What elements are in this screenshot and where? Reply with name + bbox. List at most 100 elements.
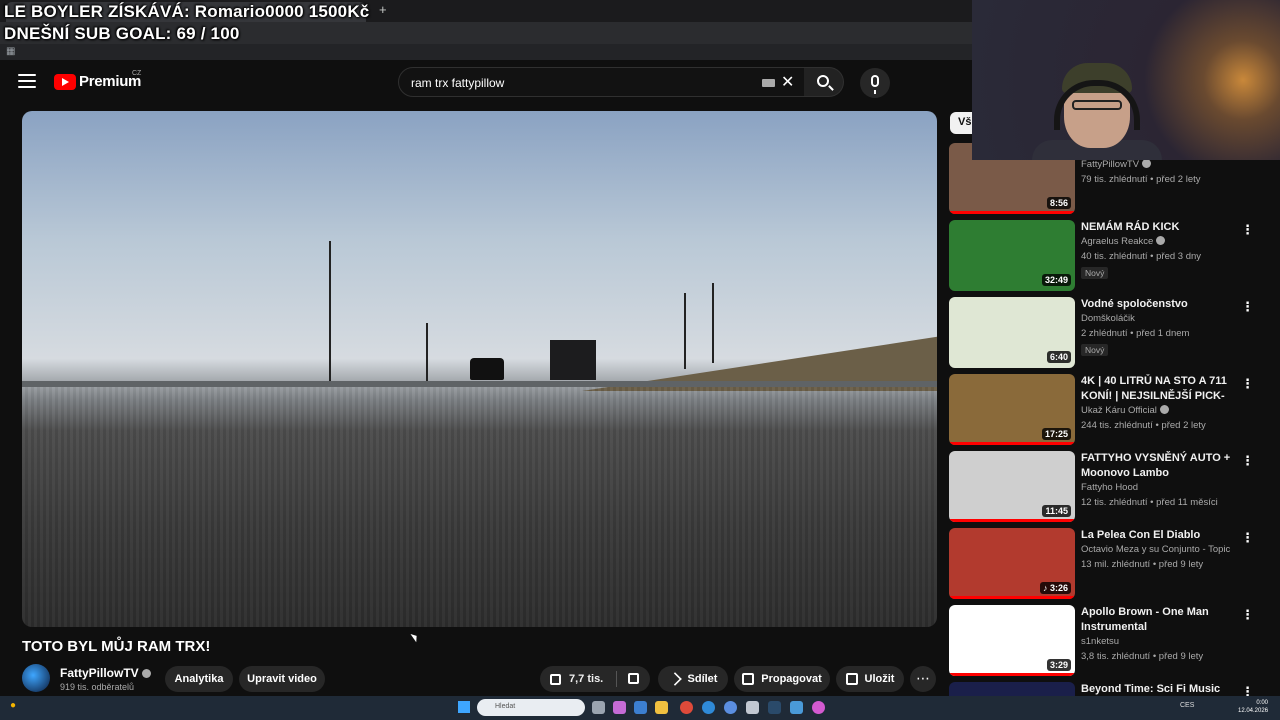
more-options-icon[interactable]: ⋮ xyxy=(1241,222,1254,238)
like-button[interactable]: 7,7 tis. xyxy=(540,666,616,692)
recommendation-item[interactable]: 32:49 NEMÁM RÁD KICK Agraelus Reakce 40 tis… xyxy=(949,220,1259,292)
more-options-icon[interactable]: ⋮ xyxy=(1241,299,1254,315)
windows-start-icon[interactable] xyxy=(458,701,470,713)
search-button[interactable] xyxy=(804,67,844,97)
recommendation-title[interactable]: Vodné spoločenstvo xyxy=(1081,297,1237,312)
new-badge: Nový xyxy=(1081,344,1109,356)
megaphone-icon xyxy=(742,673,755,685)
clock-time: 0:00 xyxy=(1256,700,1269,706)
app-icon[interactable] xyxy=(724,701,737,714)
more-options-icon[interactable]: ⋮ xyxy=(1241,376,1254,392)
recommendation-title[interactable]: NEMÁM RÁD KICK xyxy=(1081,220,1237,235)
recommendation-meta: 79 tis. zhlédnutí • před 2 lety xyxy=(1081,174,1201,185)
chrome-icon[interactable] xyxy=(680,701,693,714)
share-button[interactable]: Sdílet xyxy=(658,666,728,692)
store-icon[interactable] xyxy=(634,701,647,714)
menu-icon[interactable] xyxy=(18,74,36,88)
watch-progress-bar xyxy=(949,211,1075,214)
recommendation-title[interactable]: La Pelea Con El Diablo xyxy=(1081,528,1237,543)
recommendation-channel[interactable]: Fattyho Hood xyxy=(1081,482,1138,493)
recommendation-item[interactable]: 3:29 Apollo Brown - One Man Instrumental s… xyxy=(949,605,1259,677)
recommendation-channel[interactable]: FattyPillowTV xyxy=(1081,159,1152,170)
video-duration: 8:56 xyxy=(1046,197,1071,209)
video-duration: 17:25 xyxy=(1041,428,1071,440)
analytics-label: Analytika xyxy=(174,673,224,685)
channel-name-text[interactable]: FattyPillowTV xyxy=(60,666,139,680)
dislike-button[interactable] xyxy=(618,666,650,692)
more-options-icon[interactable]: ⋮ xyxy=(1241,607,1254,623)
video-thumbnail[interactable]: 3:29 xyxy=(949,605,1075,676)
system-tray-language[interactable]: CES xyxy=(1180,702,1194,709)
recommendation-channel[interactable]: s1nketsu xyxy=(1081,636,1119,647)
keyboard-icon[interactable] xyxy=(762,79,775,87)
task-view-icon[interactable] xyxy=(592,701,605,714)
video-thumbnail[interactable]: 11:45 xyxy=(949,451,1075,522)
new-badge: Nový xyxy=(1081,267,1109,279)
video-frame-asphalt xyxy=(22,387,937,627)
recommendation-meta: 40 tis. zhlédnutí • před 3 dny xyxy=(1081,251,1202,262)
video-thumbnail[interactable]: 17:25 xyxy=(949,374,1075,445)
save-button[interactable]: Uložit xyxy=(836,666,904,692)
recommendation-meta: 2 zhlédnutí • před 1 dnem xyxy=(1081,328,1190,339)
filter-chip-all[interactable]: Vš xyxy=(950,112,974,134)
video-thumbnail[interactable]: 6:40 xyxy=(949,297,1075,368)
steam-icon[interactable] xyxy=(768,701,781,714)
like-count: 7,7 tis. xyxy=(569,673,604,685)
video-frame-lamp-post xyxy=(329,241,331,381)
recommendation-item[interactable]: 11:45 FATTYHO VYSNĚNÝ AUTO + Moonovo Lamb… xyxy=(949,451,1259,523)
recommendation-title[interactable]: FATTYHO VYSNĚNÝ AUTO + Moonovo Lambo xyxy=(1081,451,1237,481)
recommendation-item[interactable]: ♪ 3:26 La Pelea Con El Diablo Octavio Meza… xyxy=(949,528,1259,600)
app-icon[interactable] xyxy=(790,701,803,714)
app-icon[interactable] xyxy=(746,701,759,714)
channel-name[interactable]: FattyPillowTV xyxy=(60,666,151,680)
video-frame-truck xyxy=(550,340,596,380)
recommendation-item[interactable]: 17:25 4K | 40 LITRŮ NA STO A 711 KONÍ! | … xyxy=(949,374,1259,446)
more-options-icon[interactable]: ⋮ xyxy=(1241,453,1254,469)
webcam-glasses xyxy=(1072,100,1122,110)
recommendation-channel[interactable]: Octavio Meza y su Conjunto - Topic xyxy=(1081,544,1230,555)
video-thumbnail[interactable]: ♪ 3:26 xyxy=(949,528,1075,599)
video-frame-lamp-post xyxy=(426,323,428,381)
apps-grid-icon[interactable]: ▦ xyxy=(6,46,15,57)
voice-search-button[interactable] xyxy=(860,68,890,98)
video-thumbnail[interactable]: 32:49 xyxy=(949,220,1075,291)
edge-icon[interactable] xyxy=(702,701,715,714)
youtube-logo[interactable]: Premium xyxy=(54,73,141,90)
video-duration: 3:29 xyxy=(1046,659,1071,671)
clear-icon[interactable]: ✕ xyxy=(781,72,794,92)
taskbar-search[interactable]: Hledat xyxy=(477,699,585,716)
recommendation-meta: 3,8 tis. zhlédnutí • před 9 lety xyxy=(1081,651,1204,662)
save-label: Uložit xyxy=(864,673,895,685)
widgets-icon[interactable] xyxy=(613,701,626,714)
recommendation-title[interactable]: Apollo Brown - One Man Instrumental xyxy=(1081,605,1237,635)
recommendation-channel[interactable]: Domškoláčik xyxy=(1081,313,1135,324)
video-player[interactable] xyxy=(22,111,937,627)
share-icon xyxy=(667,672,682,686)
video-frame-pylon xyxy=(684,293,686,369)
recommendation-channel[interactable]: Agraelus Reakce xyxy=(1081,236,1166,247)
recommendation-channel[interactable]: Ukaž Káru Official xyxy=(1081,405,1169,416)
watch-progress-bar xyxy=(949,519,1075,522)
recommendation-title[interactable]: 4K | 40 LITRŮ NA STO A 711 KONÍ! | NEJSI… xyxy=(1081,374,1237,404)
search-input[interactable] xyxy=(411,74,751,92)
more-actions-button[interactable]: ⋯ xyxy=(910,666,936,692)
new-tab-icon[interactable]: + xyxy=(379,2,387,17)
streamer-webcam xyxy=(972,0,1280,160)
app-icon[interactable] xyxy=(812,701,825,714)
recommendation-meta: 13 mil. zhlédnutí • před 9 lety xyxy=(1081,559,1204,570)
file-explorer-icon[interactable] xyxy=(655,701,668,714)
windows-taskbar: ● Hledat CES 0:00 12.04.2026 xyxy=(0,696,1280,720)
channel-avatar[interactable] xyxy=(22,664,50,692)
more-options-icon[interactable]: ⋮ xyxy=(1241,530,1254,546)
promote-button[interactable]: Propagovat xyxy=(734,666,830,692)
taskbar-clock[interactable]: 0:00 12.04.2026 xyxy=(1238,699,1268,715)
youtube-logo-icon xyxy=(54,73,76,90)
weather-icon[interactable]: ● xyxy=(10,700,16,711)
recommendation-item[interactable]: 6:40 Vodné spoločenstvo Domškoláčik 2 zhléd… xyxy=(949,297,1259,369)
verified-icon xyxy=(141,669,151,678)
analytics-button[interactable]: Analytika xyxy=(165,666,233,692)
watch-progress-bar xyxy=(949,673,1075,676)
edit-video-button[interactable]: Upravit video xyxy=(239,666,325,692)
verified-icon xyxy=(1156,236,1166,245)
promote-label: Propagovat xyxy=(761,673,822,685)
